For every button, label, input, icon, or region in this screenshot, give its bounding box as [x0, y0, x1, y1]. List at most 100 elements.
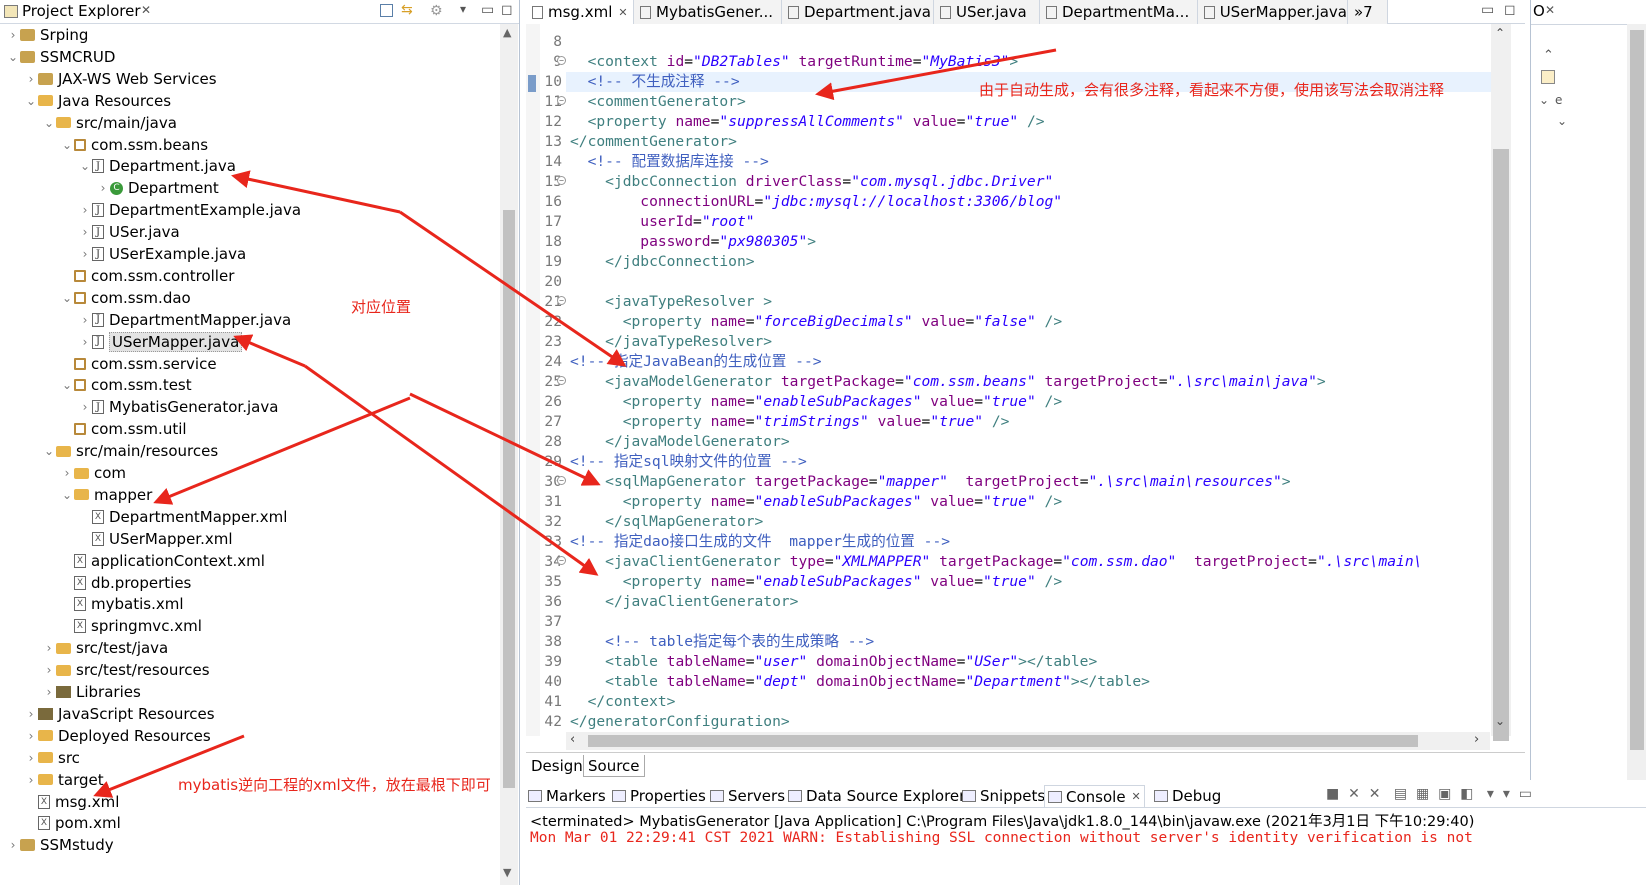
- code-line[interactable]: </javaModelGenerator>: [570, 432, 790, 452]
- console-minimize-icon[interactable]: ▭: [1519, 786, 1532, 802]
- code-line[interactable]: <jdbcConnection driverClass="com.mysql.j…: [570, 172, 1053, 192]
- editor-minimize-icon[interactable]: ▭: [1481, 2, 1494, 18]
- tree-item[interactable]: ⌄ src/main/resources: [42, 440, 218, 462]
- console-view-tab[interactable]: Servers: [710, 785, 785, 807]
- tree-item[interactable]: › J MybatisGenerator.java: [78, 396, 279, 418]
- terminate-icon[interactable]: ■: [1326, 786, 1339, 802]
- tree-scrollbar-thumb[interactable]: [503, 210, 515, 788]
- chevron-right-icon[interactable]: ›: [78, 400, 92, 414]
- editor-tab[interactable]: »7: [1348, 0, 1388, 24]
- code-line[interactable]: <sqlMapGenerator targetPackage="mapper" …: [570, 472, 1290, 492]
- chevron-right-icon[interactable]: ›: [6, 28, 20, 42]
- editor-tab[interactable]: DepartmentMa...: [1040, 0, 1198, 24]
- console-view-tab[interactable]: Debug: [1154, 785, 1221, 807]
- editor-tab[interactable]: Department.java: [782, 0, 934, 24]
- chevron-right-icon[interactable]: ›: [24, 729, 38, 743]
- tree-item[interactable]: Xspringmvc.xml: [60, 615, 202, 637]
- close-icon[interactable]: ✕: [618, 6, 627, 19]
- chevron-right-icon[interactable]: ›: [24, 773, 38, 787]
- source-tab[interactable]: Source: [583, 755, 645, 777]
- remove-launch-icon[interactable]: ✕: [1348, 786, 1360, 802]
- tree-item[interactable]: Xpom.xml: [24, 812, 121, 834]
- tree-item[interactable]: › Srping: [6, 24, 89, 46]
- editor-tab[interactable]: MybatisGener...: [634, 0, 782, 24]
- editor-scroll-right-icon[interactable]: ›: [1474, 732, 1479, 747]
- tree-item[interactable]: › J USerExample.java: [78, 243, 247, 265]
- fold-toggle-icon[interactable]: −: [557, 476, 566, 485]
- tree-item[interactable]: › src: [24, 747, 80, 769]
- tree-item[interactable]: ⌄ mapper: [60, 484, 152, 506]
- chevron-right-icon[interactable]: ›: [78, 203, 92, 217]
- filter-icon[interactable]: ⚙: [430, 3, 443, 19]
- editor-scroll-left-icon[interactable]: ‹: [570, 732, 575, 747]
- display-console-icon[interactable]: ▾: [1503, 786, 1510, 802]
- code-line[interactable]: <javaModelGenerator targetPackage="com.s…: [570, 372, 1326, 392]
- tree-item[interactable]: ⌄ SSMCRUD: [6, 46, 115, 68]
- remove-all-icon[interactable]: ✕: [1369, 786, 1381, 802]
- chevron-right-icon[interactable]: ›: [78, 313, 92, 327]
- tree-item[interactable]: ⌄ com.ssm.test: [60, 374, 192, 396]
- outline-vscroll[interactable]: [1627, 24, 1646, 780]
- editor-tab[interactable]: USer.java: [934, 0, 1040, 24]
- tree-item[interactable]: ⌄ Java Resources: [24, 90, 171, 112]
- code-line[interactable]: <context id="DB2Tables" targetRuntime="M…: [570, 52, 1019, 72]
- fold-toggle-icon[interactable]: −: [557, 56, 566, 65]
- show-output-icon[interactable]: ▣: [1438, 786, 1451, 802]
- code-line[interactable]: </javaClientGenerator>: [570, 592, 798, 612]
- code-line[interactable]: password="px980305">: [570, 232, 816, 252]
- outline-subexpand-icon[interactable]: ⌄: [1557, 114, 1567, 128]
- code-line[interactable]: <!-- 指定JavaBean的生成位置 -->: [570, 352, 822, 372]
- editor-vscroll-thumb[interactable]: [1493, 149, 1509, 741]
- console-view-tab[interactable]: Data Source Explorer: [788, 785, 965, 807]
- tree-item[interactable]: › src/test/java: [42, 637, 169, 659]
- chevron-right-icon[interactable]: ›: [24, 707, 38, 721]
- outline-tab-icon[interactable]: O: [1533, 2, 1545, 20]
- chevron-right-icon[interactable]: ›: [60, 466, 74, 480]
- tree-item[interactable]: › J DepartmentMapper.java: [78, 309, 292, 331]
- chevron-down-icon[interactable]: ⌄: [60, 488, 74, 502]
- code-line[interactable]: <javaTypeResolver >: [570, 292, 772, 312]
- code-line[interactable]: <!-- 指定dao接口生成的文件 mapper生成的位置 -->: [570, 532, 950, 552]
- fold-toggle-icon[interactable]: −: [557, 556, 566, 565]
- link-editor-icon[interactable]: ⇆: [401, 2, 413, 18]
- editor-scroll-down-icon[interactable]: ⌄: [1495, 714, 1505, 728]
- editor-tab[interactable]: msg.xml ✕: [526, 0, 634, 24]
- tree-item[interactable]: › C Department: [96, 177, 219, 199]
- tree-item[interactable]: X DepartmentMapper.xml: [78, 506, 287, 528]
- tree-item[interactable]: › target: [24, 769, 104, 791]
- project-explorer-title[interactable]: Project Explorer: [22, 2, 141, 20]
- tree-item[interactable]: ⌄ com.ssm.dao: [60, 287, 191, 309]
- close-icon[interactable]: ✕: [141, 3, 151, 17]
- tree-item[interactable]: com.ssm.controller: [60, 265, 234, 287]
- tree-item[interactable]: com.ssm.service: [60, 353, 217, 375]
- code-line[interactable]: </generatorConfiguration>: [570, 712, 790, 732]
- editor-hscroll-thumb[interactable]: [588, 735, 1418, 747]
- console-view-tab[interactable]: Properties: [612, 785, 706, 807]
- tree-item[interactable]: › J DepartmentExample.java: [78, 199, 301, 221]
- editor-scroll-up-icon[interactable]: ⌃: [1495, 26, 1505, 40]
- maximize-icon[interactable]: ◻: [501, 2, 513, 18]
- outline-vscroll-thumb[interactable]: [1630, 30, 1644, 750]
- tree-item[interactable]: › SSMstudy: [6, 834, 114, 856]
- chevron-right-icon[interactable]: ›: [24, 751, 38, 765]
- chevron-down-icon[interactable]: ⌄: [42, 444, 56, 458]
- fold-toggle-icon[interactable]: −: [557, 296, 566, 305]
- open-console-icon[interactable]: ▾: [1487, 786, 1494, 802]
- fold-toggle-icon[interactable]: −: [557, 96, 566, 105]
- design-tab[interactable]: Design: [527, 755, 587, 777]
- editor-hscroll[interactable]: ‹ ›: [566, 732, 1490, 750]
- tree-item[interactable]: X USerMapper.xml: [78, 528, 233, 550]
- console-view-tab[interactable]: Snippets: [962, 785, 1045, 807]
- tree-item[interactable]: › JavaScript Resources: [24, 703, 215, 725]
- chevron-down-icon[interactable]: ⌄: [60, 291, 74, 305]
- chevron-right-icon[interactable]: ›: [78, 225, 92, 239]
- chevron-right-icon[interactable]: ›: [78, 247, 92, 261]
- tree-item[interactable]: › com: [60, 462, 126, 484]
- editor-tab[interactable]: USerMapper.java: [1198, 0, 1348, 24]
- tree-item[interactable]: › Libraries: [42, 681, 141, 703]
- code-line[interactable]: <property name="enableSubPackages" value…: [570, 392, 1062, 412]
- chevron-right-icon[interactable]: ›: [42, 685, 56, 699]
- editor-maximize-icon[interactable]: ◻: [1504, 2, 1516, 18]
- code-line[interactable]: <!-- 指定sql映射文件的位置 -->: [570, 452, 807, 472]
- chevron-down-icon[interactable]: ⌄: [60, 138, 74, 152]
